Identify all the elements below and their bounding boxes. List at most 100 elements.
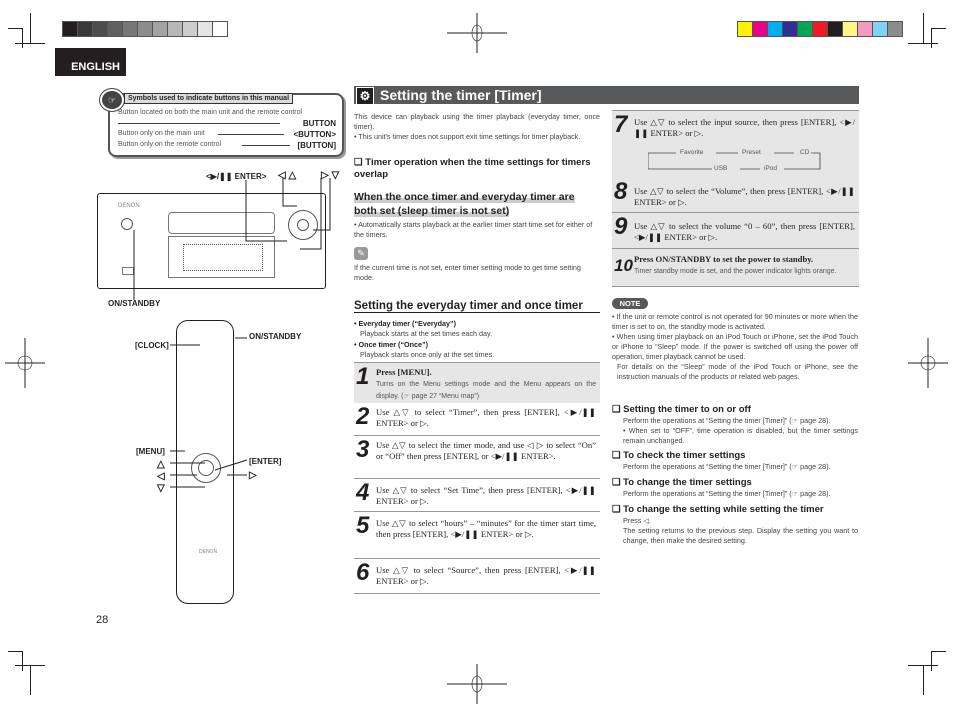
crop-mark	[931, 651, 932, 671]
step-6: 6 Use △▽ to select “Source”, then press …	[354, 559, 600, 594]
color-swatch	[108, 22, 123, 36]
color-swatch	[813, 22, 828, 36]
legend-title: Symbols used to indicate buttons in this…	[124, 93, 294, 104]
page-title: Setting the timer [Timer]	[380, 87, 542, 103]
crop-mark	[931, 28, 932, 48]
pencil-memo-icon: ✎	[354, 247, 368, 260]
crop-mark	[30, 665, 31, 695]
color-swatch	[798, 22, 813, 36]
crop-mark	[923, 665, 924, 695]
color-swatch	[858, 22, 873, 36]
step-subtext: Timer standby mode is set, and the power…	[634, 268, 837, 275]
crop-mark	[15, 43, 45, 44]
crop-mark	[15, 665, 45, 666]
crop-mark	[8, 651, 23, 652]
step-title: Press [MENU].	[376, 367, 432, 377]
legend-row-text: Button only on the remote control	[118, 141, 222, 148]
color-swatch	[123, 22, 138, 36]
legend-key-both: BUTTON	[302, 119, 336, 128]
step-number: 1	[356, 363, 370, 390]
color-swatch	[738, 22, 753, 36]
registration-mark-bottom	[447, 664, 507, 704]
everyday-label: • Everyday timer (“Everyday”)	[354, 319, 456, 328]
color-swatch	[153, 22, 168, 36]
step-1: 1 Press [MENU]. Turns on the Menu setting…	[354, 362, 600, 404]
callout-on-standby-main: ON/STANDBY	[108, 299, 161, 308]
step-text: Use △▽ to select the timer mode, and use…	[376, 440, 596, 461]
subsection-heading: ❏ To change the setting while setting th…	[612, 504, 824, 515]
color-swatch	[198, 22, 213, 36]
registration-mark-left	[5, 338, 45, 388]
note-badge: NOTE	[612, 298, 648, 309]
subsection-heading: ❏ To change the timer settings	[612, 477, 752, 488]
remote-brand: DENON	[199, 549, 218, 555]
crop-mark	[22, 28, 23, 48]
grayscale-color-bar	[62, 21, 228, 37]
step-number: 2	[356, 403, 370, 430]
page-title-bar: ⚙ Setting the timer [Timer]	[354, 86, 859, 105]
color-swatch	[93, 22, 108, 36]
color-swatch	[63, 22, 78, 36]
color-swatch	[888, 22, 902, 36]
step-number: 3	[356, 436, 370, 463]
step-text: Use △▽ to select the “Volume”, then pres…	[634, 186, 855, 207]
step-title: Press ON/STANDBY to set the power to sta…	[634, 254, 814, 264]
note-bullet: • When using timer playback on an iPod T…	[612, 332, 858, 361]
step-number: 4	[356, 479, 370, 506]
step-number: 10	[614, 256, 633, 275]
source-cycle-diagram: Favorite Preset CD iPod USB	[612, 147, 859, 175]
step-number: 8	[614, 178, 628, 205]
step-text: Use △▽ to select “Source”, then press [E…	[376, 565, 596, 586]
everyday-desc: Playback starts at the set times each da…	[360, 329, 493, 338]
subsection-text: The setting returns to the previous step…	[623, 526, 858, 545]
subsection-text: Press ◁.	[623, 516, 651, 525]
hand-pointer-icon: ☞	[100, 89, 124, 111]
color-swatch	[843, 22, 858, 36]
color-swatch	[78, 22, 93, 36]
subsection-bullet: • When set to “OFF”, time operation is d…	[623, 426, 858, 445]
source-usb: USB	[712, 165, 730, 172]
subsection-heading: ❏ Setting the timer to on or off	[612, 404, 751, 415]
color-swatch	[873, 22, 888, 36]
step-3: 3 Use △▽ to select the timer mode, and u…	[354, 436, 600, 479]
legend-arrow-line	[118, 123, 280, 124]
step-number: 9	[614, 213, 628, 240]
step-text: Use △▽ to select “Timer”, then press [EN…	[376, 407, 596, 428]
crop-mark	[931, 28, 946, 29]
remote-leader-lines	[170, 337, 248, 488]
registration-mark-right	[908, 338, 948, 388]
subsection-text: Perform the operations at “Setting the t…	[623, 489, 831, 498]
process-color-bar	[737, 21, 903, 37]
legend-row-text: Button only on the main unit	[118, 130, 205, 137]
crop-mark	[923, 13, 924, 43]
note-bullet: • If the unit or remote control is not o…	[612, 312, 858, 331]
source-ipod: iPod	[762, 165, 780, 172]
crop-mark	[908, 665, 938, 666]
step-2: 2 Use △▽ to select “Timer”, then press […	[354, 403, 600, 436]
step-number: 7	[614, 111, 628, 138]
registration-mark-top	[447, 13, 507, 53]
legend-key-main-unit: <BUTTON>	[293, 130, 336, 139]
step-9: 9 Use △▽ to select the volume “0 – 60”, …	[612, 213, 859, 249]
button-symbols-legend: ☞ Symbols used to indicate buttons in th…	[100, 89, 344, 157]
source-favorite: Favorite	[678, 149, 706, 156]
step-10: 10 Press ON/STANDBY to set the power to …	[612, 249, 859, 287]
both-set-heading: When the once timer and everyday timer a…	[354, 191, 575, 217]
timer-gear-icon: ⚙	[356, 87, 374, 105]
step-number: 6	[356, 559, 370, 586]
legend-arrow-line	[242, 145, 290, 146]
crop-mark	[30, 13, 31, 43]
note-text: For details on the “Sleep” mode of the i…	[617, 362, 858, 381]
subsection-text: Perform the operations at “Setting the t…	[623, 416, 831, 425]
color-swatch	[183, 22, 198, 36]
step-subtext: Turns on the Menu settings mode and the …	[376, 381, 596, 400]
step-7: 7 Use △▽ to select the input source, the…	[612, 110, 859, 179]
color-swatch	[168, 22, 183, 36]
color-swatch	[828, 22, 843, 36]
subsection-text: Perform the operations at “Setting the t…	[623, 462, 831, 471]
intro-bullet: • This unit's timer does not support exi…	[354, 132, 581, 141]
once-label: • Once timer (“Once”)	[354, 340, 429, 349]
step-text: Use △▽ to select the volume “0 – 60”, th…	[634, 221, 855, 242]
legend-key-remote: [BUTTON]	[297, 141, 336, 150]
step-text: Use △▽ to select the input source, then …	[634, 117, 855, 138]
